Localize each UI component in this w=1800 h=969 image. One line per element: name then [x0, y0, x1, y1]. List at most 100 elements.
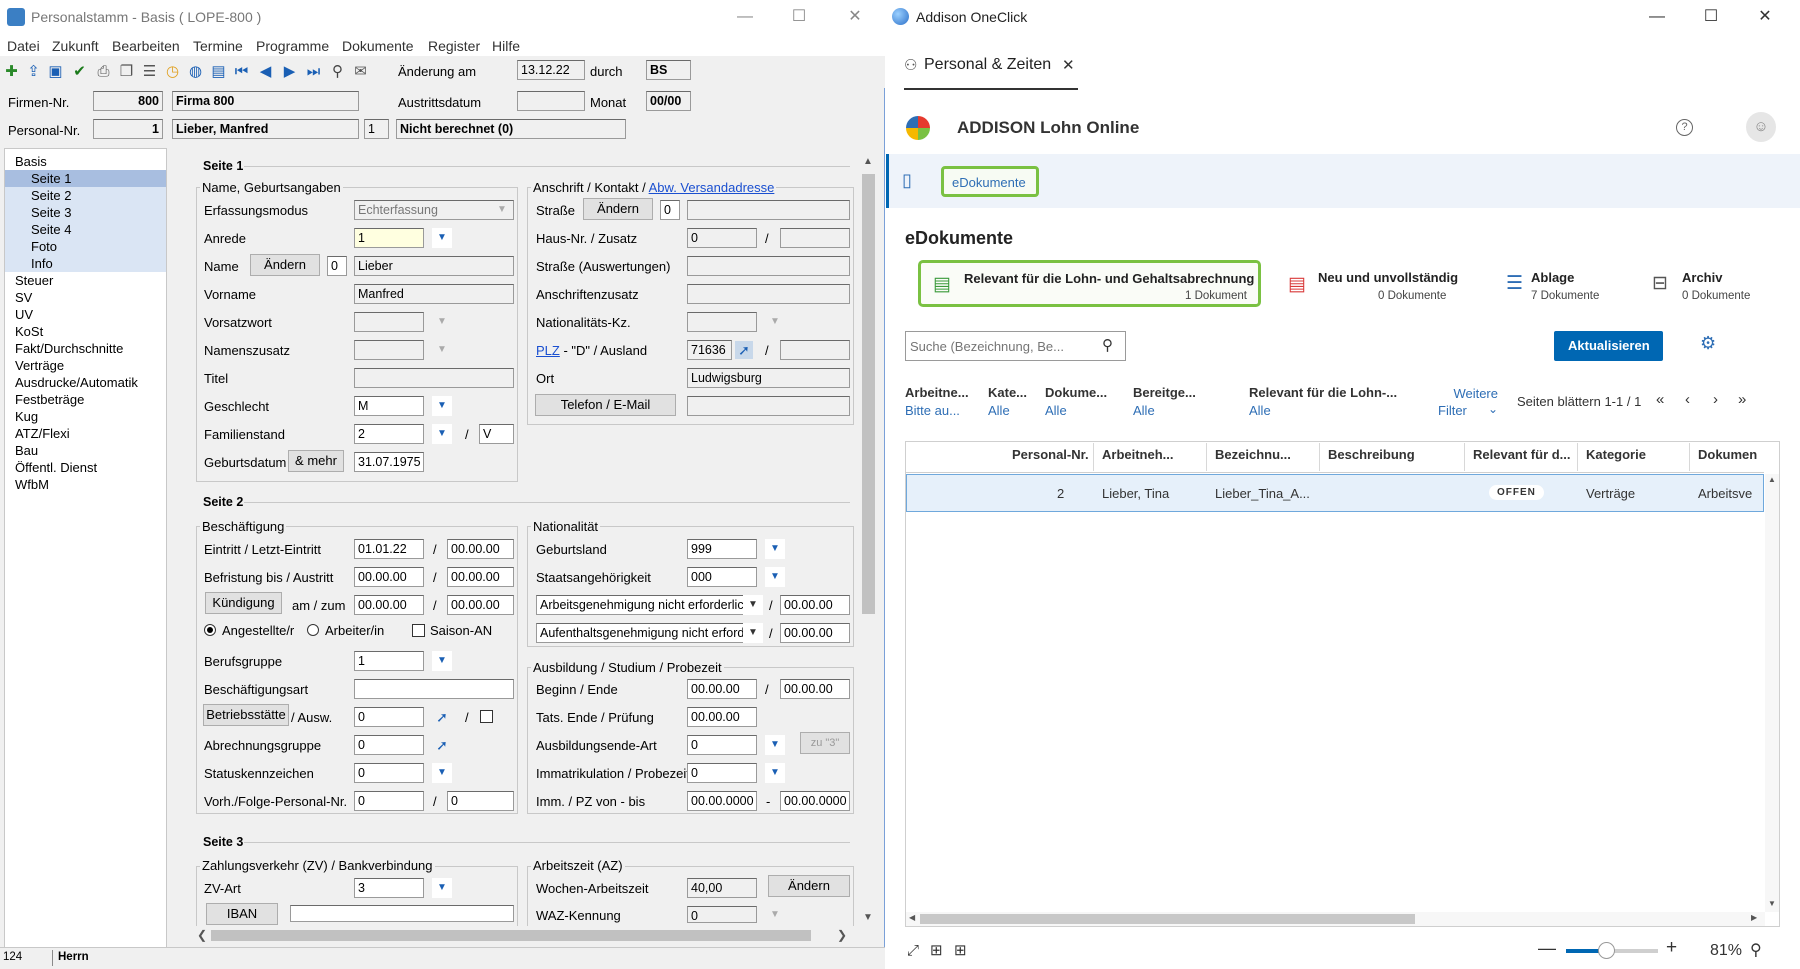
table-vertical-scrollbar[interactable]: ▲ ▼: [1765, 474, 1779, 912]
search-box[interactable]: ⚲: [905, 331, 1126, 361]
ende-field[interactable]: 00.00.00: [780, 679, 850, 699]
ort-field[interactable]: Ludwigsburg: [687, 368, 850, 388]
menu-dokumente[interactable]: Dokumente: [342, 38, 414, 54]
first-record-icon[interactable]: ⏮: [232, 62, 251, 81]
kuendigung-button[interactable]: Kündigung: [205, 592, 282, 614]
vorname-field[interactable]: Manfred: [354, 284, 514, 304]
card-relevant[interactable]: ▤ Relevant für die Lohn- und Gehaltsabre…: [918, 260, 1261, 307]
berufsgruppe-dropdown-icon[interactable]: ▼: [432, 651, 452, 671]
plz-field[interactable]: 71636: [687, 340, 732, 360]
user-avatar[interactable]: ☺: [1746, 112, 1776, 142]
iban-button[interactable]: IBAN: [206, 903, 278, 925]
befristung-field[interactable]: 00.00.00: [354, 567, 424, 587]
nationalitaet-field[interactable]: [687, 312, 757, 332]
zoom-slider[interactable]: [1566, 942, 1658, 959]
name-field[interactable]: Lieber: [354, 256, 514, 276]
next-page-icon[interactable]: ›: [1713, 391, 1718, 408]
table-horizontal-scrollbar[interactable]: ◀ ▶: [906, 912, 1765, 926]
print-icon[interactable]: ⎙: [94, 62, 113, 81]
arbeitszeit-aendern-button[interactable]: Ändern: [768, 875, 850, 897]
new-icon[interactable]: ✚: [2, 62, 21, 81]
nav-item-seite-1[interactable]: Seite 1: [5, 170, 166, 187]
nav-item-fakt-durchschnitte[interactable]: Fakt/Durchschnitte: [5, 340, 166, 357]
card-archiv[interactable]: ⊟ Archiv 0 Dokumente: [1652, 263, 1762, 307]
menu-programme[interactable]: Programme: [256, 38, 329, 54]
anschriftenzusatz-field[interactable]: [687, 284, 850, 304]
menu-bearbeiten[interactable]: Bearbeiten: [112, 38, 180, 54]
menu-zukunft[interactable]: Zukunft: [52, 38, 99, 54]
tab-personal-zeiten[interactable]: ⚇ Personal & Zeiten ✕: [904, 50, 1078, 90]
scroll-down-icon[interactable]: ▼: [863, 912, 873, 923]
col-relevant[interactable]: Relevant für d...: [1473, 447, 1583, 462]
nav-item-kost[interactable]: KoSt: [5, 323, 166, 340]
geschlecht-dropdown-icon[interactable]: ▼: [432, 396, 452, 416]
tab-close-icon[interactable]: ✕: [1062, 56, 1075, 74]
familienstand-dropdown-icon[interactable]: ▼: [432, 424, 452, 444]
list-icon[interactable]: ☰: [140, 62, 159, 81]
prev-page-icon[interactable]: ‹: [1685, 391, 1690, 408]
austritt-date-field[interactable]: 00.00.00: [447, 567, 514, 587]
clock-icon[interactable]: ◷: [163, 62, 182, 81]
familienstand-field[interactable]: 2: [354, 424, 424, 444]
vertical-scroll-thumb[interactable]: [862, 174, 875, 614]
open-icon[interactable]: ⇪: [24, 62, 43, 81]
beginn-field[interactable]: 00.00.00: [687, 679, 757, 699]
abrechnungsgruppe-field[interactable]: 0: [354, 735, 424, 755]
aufenthaltsgenehmigung-select[interactable]: Aufenthaltsgenehmigung nicht erford: [536, 623, 744, 643]
erfassungsmodus-select[interactable]: Echterfassung: [354, 200, 514, 220]
more-filters[interactable]: Weitere Filter ⌄: [1438, 385, 1498, 421]
zoom-slider-handle[interactable]: [1598, 942, 1615, 959]
scroll-left-icon[interactable]: ❮: [197, 928, 207, 942]
staatsang-field[interactable]: 000: [687, 567, 757, 587]
zvart-field[interactable]: 3: [354, 878, 424, 898]
single-view-icon[interactable]: ⊞: [930, 941, 943, 959]
minimize-icon[interactable]: —: [1642, 6, 1672, 28]
col-kategorie[interactable]: Kategorie: [1586, 447, 1676, 462]
geburtsland-dropdown-icon[interactable]: ▼: [765, 539, 785, 559]
close-icon[interactable]: ✕: [1750, 6, 1780, 28]
waz-field[interactable]: 0: [687, 906, 757, 923]
plz-link[interactable]: PLZ: [536, 343, 560, 358]
search-icon[interactable]: ⚲: [1102, 336, 1113, 354]
col-bezeichnung[interactable]: Bezeichnu...: [1215, 447, 1305, 462]
namenszusatz-dropdown-icon[interactable]: ▼: [432, 340, 452, 360]
zoom-out-icon[interactable]: —: [1538, 938, 1556, 959]
nav-item-steuer[interactable]: Steuer: [5, 272, 166, 289]
nav-item-kug[interactable]: Kug: [5, 408, 166, 425]
save-icon[interactable]: ▣: [46, 62, 65, 81]
report-icon[interactable]: ▤: [209, 62, 228, 81]
hausnr-field[interactable]: 0: [687, 228, 757, 248]
horizontal-scroll-thumb[interactable]: [211, 930, 811, 941]
nav-item-ausdrucke-automatik[interactable]: Ausdrucke/Automatik: [5, 374, 166, 391]
namenszusatz-field[interactable]: [354, 340, 424, 360]
ausw-checkbox[interactable]: [480, 710, 493, 723]
next-record-icon[interactable]: ▶: [280, 62, 299, 81]
card-ablage[interactable]: ☰ Ablage 7 Dokumente: [1506, 263, 1606, 307]
card-neu[interactable]: ▤ Neu und unvollständig 0 Dokumente: [1288, 263, 1463, 307]
aufenthaltsgenehmigung-dropdown-icon[interactable]: ▼: [743, 623, 763, 643]
horizontal-scroll-thumb[interactable]: [920, 914, 1415, 924]
kuendigung-zum-field[interactable]: 00.00.00: [447, 595, 514, 615]
arbeitsgenehmigung-select[interactable]: Arbeitsgenehmigung nicht erforderlic: [536, 595, 744, 615]
familienstand2-field[interactable]: V: [479, 424, 514, 444]
zoom-in-icon[interactable]: +: [1666, 937, 1677, 959]
waz-dropdown-icon[interactable]: ▼: [765, 905, 785, 925]
nav-item-festbeträge[interactable]: Festbeträge: [5, 391, 166, 408]
folge-field[interactable]: 0: [447, 791, 514, 811]
book-icon[interactable]: ▯: [902, 170, 912, 191]
letzt-eintritt-field[interactable]: 00.00.00: [447, 539, 514, 559]
last-page-icon[interactable]: »: [1738, 391, 1746, 408]
filter-arbeitnehmer[interactable]: Arbeitne... Bitte au...: [905, 385, 975, 421]
kuendigung-am-field[interactable]: 00.00.00: [354, 595, 424, 615]
plz-jump-icon[interactable]: ➚: [735, 341, 753, 359]
nav-item-basis[interactable]: Basis: [5, 153, 166, 170]
betriebsstaette-button[interactable]: Betriebsstätte: [203, 704, 289, 726]
angestellte-radio[interactable]: [204, 624, 216, 636]
name-aendern-button[interactable]: Ändern: [250, 254, 320, 276]
settings-gear-icon[interactable]: ⚙: [1700, 333, 1716, 354]
expand-icon[interactable]: ⤢: [907, 942, 919, 959]
mehr-button[interactable]: & mehr: [288, 450, 344, 472]
nav-item-sv[interactable]: SV: [5, 289, 166, 306]
berufsgruppe-field[interactable]: 1: [354, 651, 424, 671]
beschaeftigungsart-field[interactable]: [354, 679, 514, 699]
